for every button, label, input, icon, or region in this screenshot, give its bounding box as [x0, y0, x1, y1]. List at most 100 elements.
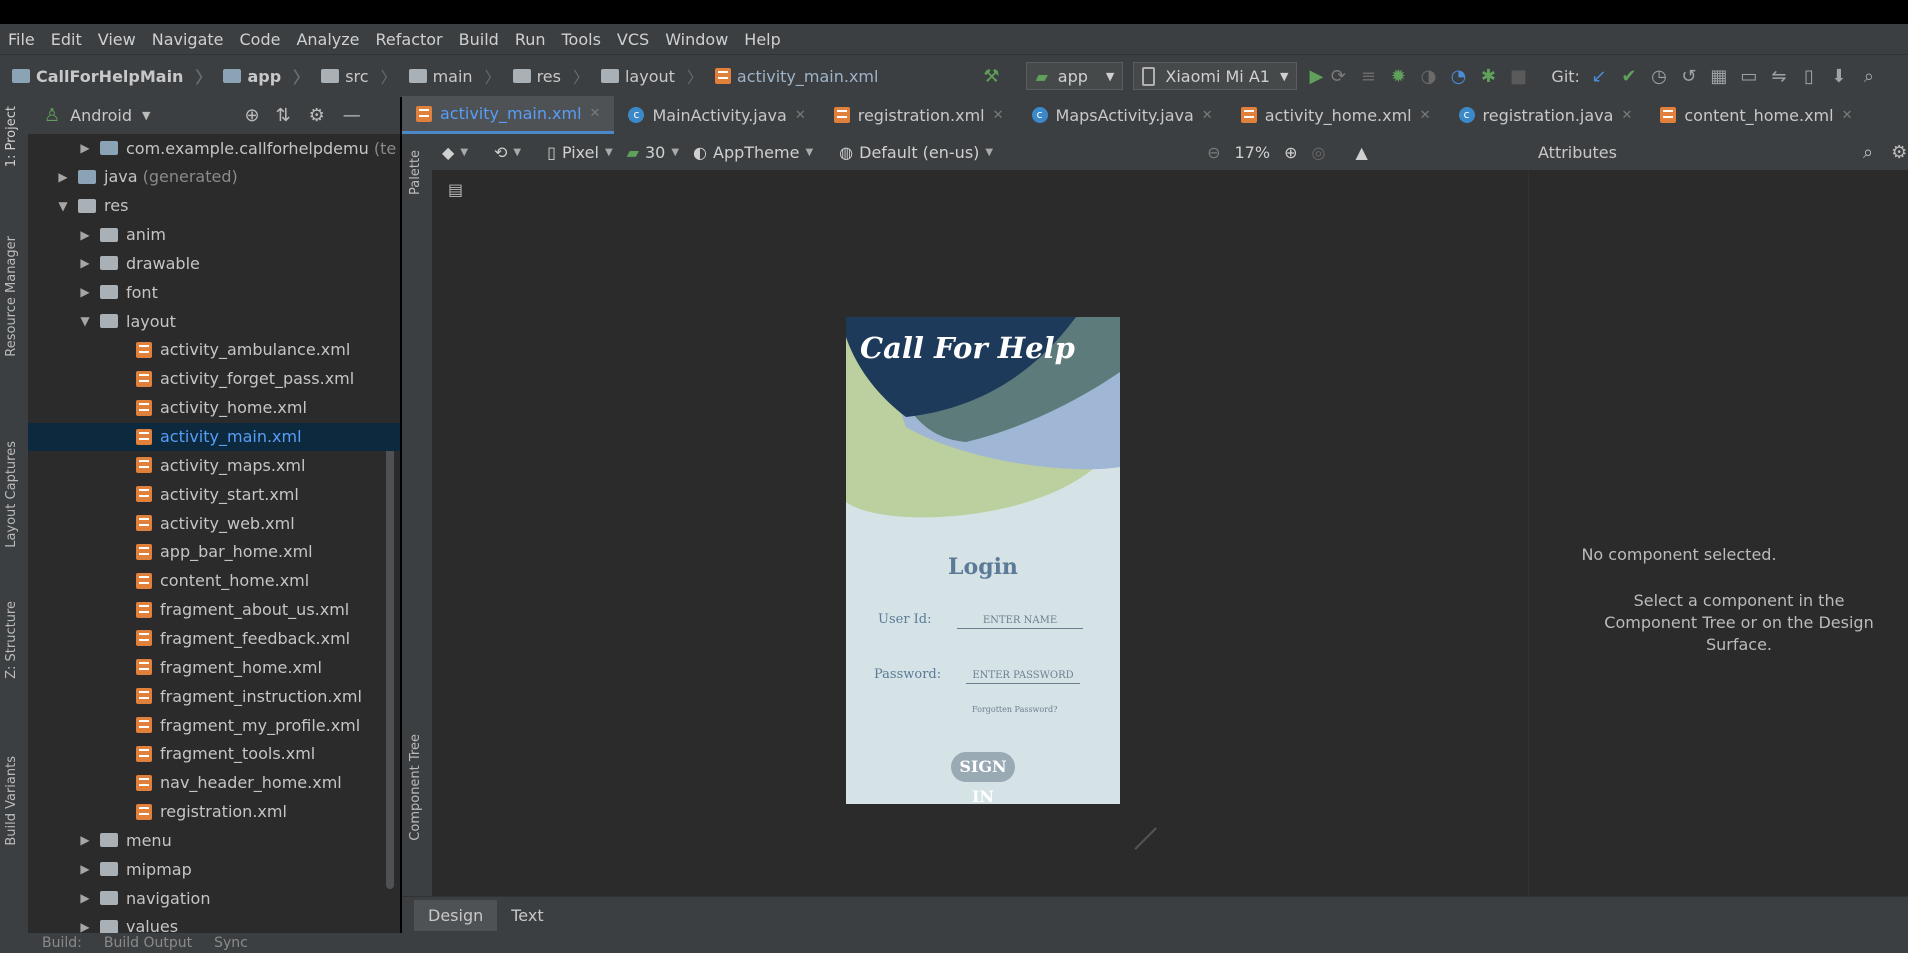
tree-item[interactable]: app_bar_home.xml: [28, 538, 400, 566]
zoom-out-icon[interactable]: ⊖: [1207, 143, 1220, 162]
debug-icon[interactable]: ✹: [1387, 65, 1409, 87]
menu-vcs[interactable]: VCS: [609, 30, 657, 49]
phone-preview[interactable]: Call For Help Login User Id: ENTER NAME …: [846, 317, 1120, 804]
tree-item[interactable]: activity_web.xml: [28, 509, 400, 537]
menu-window[interactable]: Window: [657, 30, 736, 49]
sdk-manager-icon[interactable]: ⬇: [1828, 65, 1850, 87]
breadcrumb-file[interactable]: activity_main.xml: [709, 67, 885, 86]
expand-arrow-down-icon[interactable]: ▼: [78, 314, 92, 328]
menu-tools[interactable]: Tools: [554, 30, 609, 49]
user-id-field[interactable]: ENTER NAME: [957, 615, 1083, 629]
breadcrumb-layout[interactable]: layout 〉: [595, 64, 709, 88]
hide-panel-icon[interactable]: —: [343, 105, 361, 126]
close-icon[interactable]: ✕: [1621, 108, 1632, 123]
menu-file[interactable]: File: [0, 30, 43, 49]
menu-navigate[interactable]: Navigate: [144, 30, 232, 49]
tree-item[interactable]: ▶ font: [28, 278, 400, 306]
tree-item[interactable]: ▶ drawable: [28, 249, 400, 277]
expand-arrow-right-icon[interactable]: ▶: [78, 920, 92, 933]
close-icon[interactable]: ✕: [1202, 108, 1213, 123]
sync-tab[interactable]: Sync: [214, 935, 248, 951]
breadcrumb-app[interactable]: app 〉: [217, 64, 315, 88]
locate-file-icon[interactable]: ⊕: [244, 105, 259, 126]
breadcrumb-res[interactable]: res 〉: [507, 64, 595, 88]
tree-item[interactable]: activity_start.xml: [28, 480, 400, 508]
build-output-tab[interactable]: Build Output: [104, 935, 192, 951]
profile-icon[interactable]: ◔: [1447, 65, 1469, 87]
editor-tab[interactable]: activity_home.xml ✕: [1227, 96, 1445, 134]
avd-manager-icon[interactable]: ▯: [1798, 65, 1820, 87]
expand-arrow-right-icon[interactable]: ▶: [78, 256, 92, 270]
hammer-icon[interactable]: ⚒: [980, 65, 1002, 87]
git-commit-icon[interactable]: ✔: [1618, 65, 1640, 87]
search-icon[interactable]: ⌕: [1863, 142, 1873, 163]
editor-tab[interactable]: activity_main.xml ✕: [402, 96, 615, 134]
breadcrumb-src[interactable]: src 〉: [315, 64, 402, 88]
layout-inspector-icon[interactable]: ▭: [1738, 65, 1760, 87]
tree-item[interactable]: ▶ mipmap: [28, 855, 400, 883]
expand-arrow-right-icon[interactable]: ▶: [78, 891, 92, 905]
close-icon[interactable]: ✕: [795, 108, 806, 123]
tree-item[interactable]: activity_forget_pass.xml: [28, 365, 400, 393]
gear-icon[interactable]: ⚙: [309, 105, 325, 126]
gear-icon[interactable]: ⚙: [1891, 142, 1907, 163]
sign-in-button[interactable]: SIGN IN: [951, 752, 1015, 804]
sync-gradle-icon[interactable]: ⇋: [1768, 65, 1790, 87]
expand-arrow-right-icon[interactable]: ▶: [56, 170, 70, 184]
component-tree-toggle[interactable]: Component Tree: [408, 734, 423, 841]
git-history-icon[interactable]: ◷: [1648, 65, 1670, 87]
tree-item[interactable]: fragment_home.xml: [28, 653, 400, 681]
zoom-in-icon[interactable]: ⊕: [1284, 143, 1297, 162]
tree-item[interactable]: fragment_feedback.xml: [28, 624, 400, 652]
run-config-select[interactable]: ▰ app ▼: [1026, 62, 1124, 90]
tree-item[interactable]: activity_main.xml: [28, 422, 400, 451]
tool-window-structure[interactable]: Z: Structure: [4, 601, 19, 679]
tab-design[interactable]: Design: [414, 900, 498, 931]
search-everywhere-icon[interactable]: ⌕: [1858, 65, 1880, 87]
locale-select[interactable]: ◍ Default (en-us) ▼: [839, 143, 993, 162]
project-view-selector[interactable]: Android: [70, 106, 132, 125]
tree-item[interactable]: activity_maps.xml: [28, 451, 400, 479]
tree-item[interactable]: ▶ navigation: [28, 884, 400, 912]
git-update-icon[interactable]: ↙: [1588, 65, 1610, 87]
device-preview-select[interactable]: ▯ Pixel ▼: [547, 143, 613, 162]
tree-item[interactable]: registration.xml: [28, 798, 400, 826]
dropdown-arrow-icon[interactable]: ▼: [142, 109, 150, 122]
expand-arrow-right-icon[interactable]: ▶: [78, 833, 92, 847]
resize-handle-icon[interactable]: [1113, 806, 1157, 850]
tree-item[interactable]: ▶ values: [28, 913, 400, 933]
stop-icon[interactable]: ■: [1507, 65, 1529, 87]
tool-window-project[interactable]: 1: Project: [4, 106, 19, 167]
zoom-fit-icon[interactable]: ◎: [1311, 143, 1325, 162]
close-icon[interactable]: ✕: [1420, 108, 1431, 123]
design-surface[interactable]: Call For Help Login User Id: ENTER NAME …: [432, 214, 1528, 896]
menu-analyze[interactable]: Analyze: [288, 30, 367, 49]
apply-changes-icon[interactable]: ⟳: [1327, 65, 1349, 87]
tree-item[interactable]: activity_home.xml: [28, 394, 400, 422]
attach-debugger-icon[interactable]: ✱: [1477, 65, 1499, 87]
close-icon[interactable]: ✕: [590, 106, 601, 121]
tree-item[interactable]: fragment_about_us.xml: [28, 596, 400, 624]
orientation-select[interactable]: ⟲ ▼: [494, 143, 521, 162]
expand-arrow-down-icon[interactable]: ▼: [56, 199, 70, 213]
tree-item[interactable]: ▶ anim: [28, 221, 400, 249]
expand-arrow-right-icon[interactable]: ▶: [78, 862, 92, 876]
run-icon[interactable]: ▶: [1305, 65, 1327, 87]
editor-tab[interactable]: c registration.java ✕: [1445, 96, 1647, 134]
warning-icon[interactable]: ▲: [1355, 143, 1367, 162]
coverage-icon[interactable]: ◑: [1417, 65, 1439, 87]
editor-tab[interactable]: c MainActivity.java ✕: [614, 96, 819, 134]
tool-window-resource-manager[interactable]: Resource Manager: [4, 236, 19, 357]
tab-text[interactable]: Text: [497, 900, 557, 931]
expand-arrow-right-icon[interactable]: ▶: [78, 228, 92, 242]
tree-item[interactable]: nav_header_home.xml: [28, 769, 400, 797]
tool-window-layout-captures[interactable]: Layout Captures: [4, 441, 19, 548]
tree-item[interactable]: fragment_my_profile.xml: [28, 711, 400, 739]
tree-item[interactable]: activity_ambulance.xml: [28, 336, 400, 364]
project-structure-icon[interactable]: ▦: [1708, 65, 1730, 87]
api-level-select[interactable]: ▰ 30 ▼: [627, 143, 679, 162]
expand-arrow-right-icon[interactable]: ▶: [78, 285, 92, 299]
menu-run[interactable]: Run: [507, 30, 554, 49]
forgot-password-link[interactable]: Forgotten Password?: [972, 705, 1057, 714]
expand-arrow-right-icon[interactable]: ▶: [78, 141, 92, 155]
